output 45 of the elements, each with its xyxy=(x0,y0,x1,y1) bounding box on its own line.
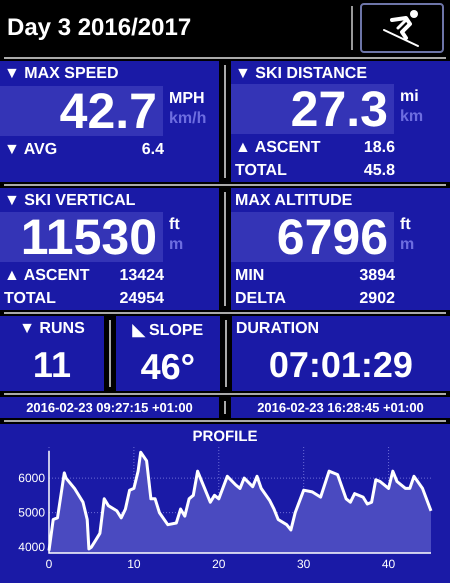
x-tick-label: 20 xyxy=(212,557,226,571)
y-tick-label: 6000 xyxy=(18,471,45,486)
stat-number: 45.8 xyxy=(362,162,395,180)
day-title: Day 3 2016/2017 xyxy=(7,14,192,42)
panel-label: ▼ MAX SPEED xyxy=(3,64,120,84)
stat-value: 11 xyxy=(32,344,72,386)
timestamp: 2016-02-23 09:27:15 +01:00 xyxy=(26,400,193,415)
stat-value: 11530 xyxy=(20,212,157,262)
unit-option[interactable]: mi xyxy=(400,88,424,106)
unit-option[interactable]: ft xyxy=(169,216,184,234)
unit-option[interactable]: ft xyxy=(400,216,414,234)
panel-label: ▼ SKI DISTANCE xyxy=(234,64,368,84)
stat-number: 2902 xyxy=(358,290,395,308)
stat-label: TOTAL xyxy=(4,290,57,308)
stat-number: 13424 xyxy=(118,266,164,284)
panel-label: ◣ SLOPE xyxy=(131,321,204,340)
panel-label: DURATION xyxy=(234,319,320,338)
x-tick-label: 30 xyxy=(296,557,310,571)
stat-label: ▲ ASCENT xyxy=(235,138,322,156)
x-tick-label: 0 xyxy=(46,557,52,571)
panel-label: ▼ SKI VERTICAL xyxy=(3,191,136,211)
y-tick-label: 5000 xyxy=(18,506,45,520)
stat-label: ▼ AVG xyxy=(4,140,58,158)
activity-button[interactable] xyxy=(360,2,444,52)
x-tick-label: 10 xyxy=(127,557,141,571)
stat-number: 24954 xyxy=(118,290,164,308)
stat-number: 6.4 xyxy=(140,140,164,158)
stat-value: 42.7 xyxy=(60,86,157,136)
stat-label: ▲ ASCENT xyxy=(4,266,90,284)
stat-label: MIN xyxy=(235,266,266,284)
stat-label: TOTAL xyxy=(235,162,288,180)
stat-number: 18.6 xyxy=(362,138,395,156)
stat-number: 3894 xyxy=(358,266,395,284)
stat-value: 46° xyxy=(140,346,196,388)
panel-label: MAX ALTITUDE xyxy=(234,191,354,211)
x-tick-label: 40 xyxy=(382,557,396,571)
stat-value: 27.3 xyxy=(290,84,388,134)
panel-label: ▼ RUNS xyxy=(18,319,86,338)
y-tick-label: 4000 xyxy=(18,540,45,554)
unit-option[interactable]: MPH xyxy=(169,90,206,108)
chart-title: PROFILE xyxy=(191,428,258,445)
stat-value: 07:01:29 xyxy=(268,344,414,386)
stat-label: DELTA xyxy=(235,290,287,308)
timestamp: 2016-02-23 16:28:45 +01:00 xyxy=(257,400,424,415)
stat-value: 6796 xyxy=(276,212,388,262)
